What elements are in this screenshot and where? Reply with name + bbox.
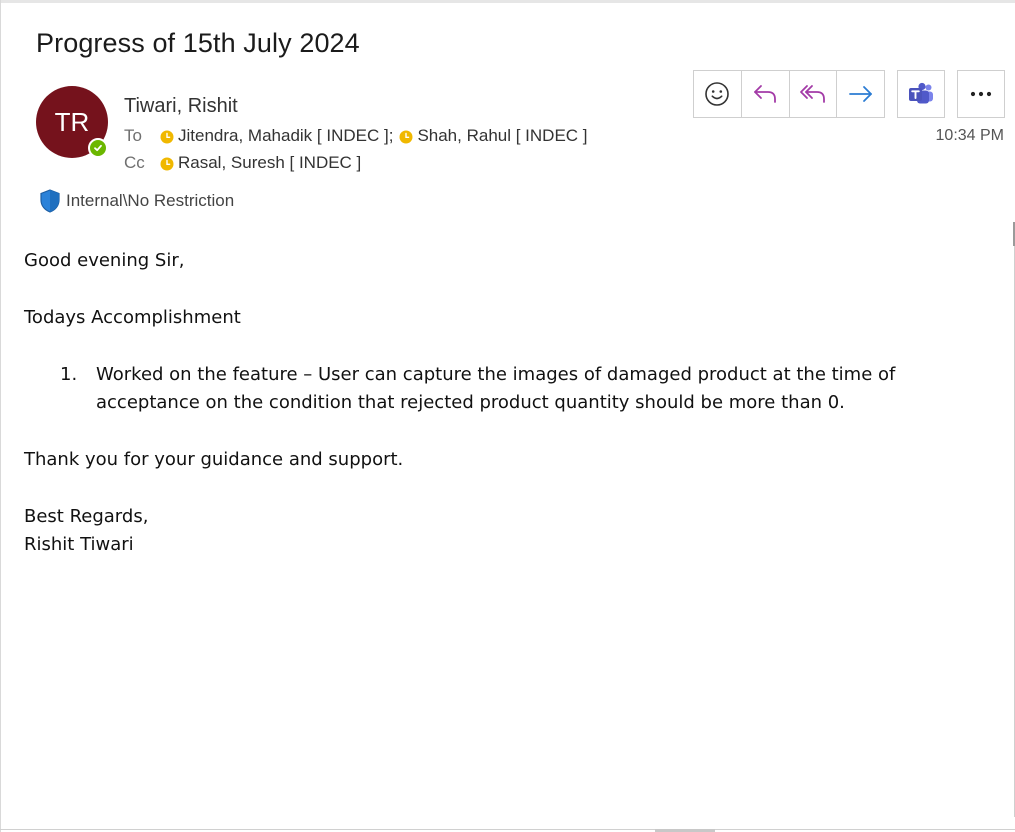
sensitivity-label[interactable]: Internal\No Restriction (38, 188, 234, 214)
cc-row: Cc Rasal, Suresh [ INDEC ] (124, 153, 361, 173)
forward-button[interactable] (837, 71, 884, 117)
recipient-cc-1[interactable]: Rasal, Suresh [ INDEC ] (178, 153, 361, 173)
sensitivity-text: Internal\No Restriction (66, 191, 235, 210)
reply-button[interactable] (742, 71, 790, 117)
clock-icon (160, 129, 174, 144)
to-label: To (124, 126, 142, 145)
teams-chat-button[interactable] (897, 70, 945, 118)
list-item: 1. Worked on the feature – User can capt… (24, 361, 984, 417)
list-item-line-1: Worked on the feature – User can capture… (96, 364, 896, 385)
recipient-to-1[interactable]: Jitendra, Mahadik [ INDEC ] (178, 126, 389, 146)
avatar-initials: TR (54, 106, 90, 137)
recipient-to-2[interactable]: Shah, Rahul [ INDEC ] (417, 126, 587, 146)
list-item-number: 1. (60, 364, 78, 385)
presence-available-icon (88, 138, 108, 158)
cc-label: Cc (124, 153, 145, 172)
more-actions-button[interactable] (957, 70, 1005, 118)
accomplishment-heading: Todays Accomplishment (24, 307, 241, 328)
email-subject: Progress of 15th July 2024 (36, 28, 360, 58)
clock-icon (160, 156, 174, 171)
list-item-line-2: acceptance on the condition that rejecte… (96, 392, 845, 413)
received-time: 10:34 PM (935, 127, 1004, 144)
forward-icon (848, 86, 872, 102)
window-top-strip (0, 0, 1015, 3)
window-bottom-border (0, 829, 1015, 830)
reply-all-icon (799, 85, 825, 103)
message-actions-toolbar (693, 70, 885, 118)
reply-icon (754, 85, 777, 103)
thanks-line: Thank you for your guidance and support. (24, 449, 404, 470)
emoji-icon (705, 82, 730, 106)
clock-icon (399, 129, 413, 144)
sender-name[interactable]: Tiwari, Rishit (124, 95, 238, 118)
recipient-separator: ; (388, 126, 394, 145)
window-left-border (0, 0, 1, 832)
closing-line: Best Regards, (24, 506, 149, 527)
more-icon (970, 91, 992, 97)
email-body: Good evening Sir, Todays Accomplishment … (24, 247, 984, 559)
signature-line: Rishit Tiwari (24, 534, 134, 555)
greeting: Good evening Sir, (24, 250, 185, 271)
teams-icon (909, 82, 933, 104)
reply-all-button[interactable] (790, 71, 838, 117)
to-row: To Jitendra, Mahadik [ INDEC ] ; Shah, R… (124, 126, 588, 146)
shield-icon (40, 189, 60, 213)
emoji-reaction-button[interactable] (694, 71, 742, 117)
